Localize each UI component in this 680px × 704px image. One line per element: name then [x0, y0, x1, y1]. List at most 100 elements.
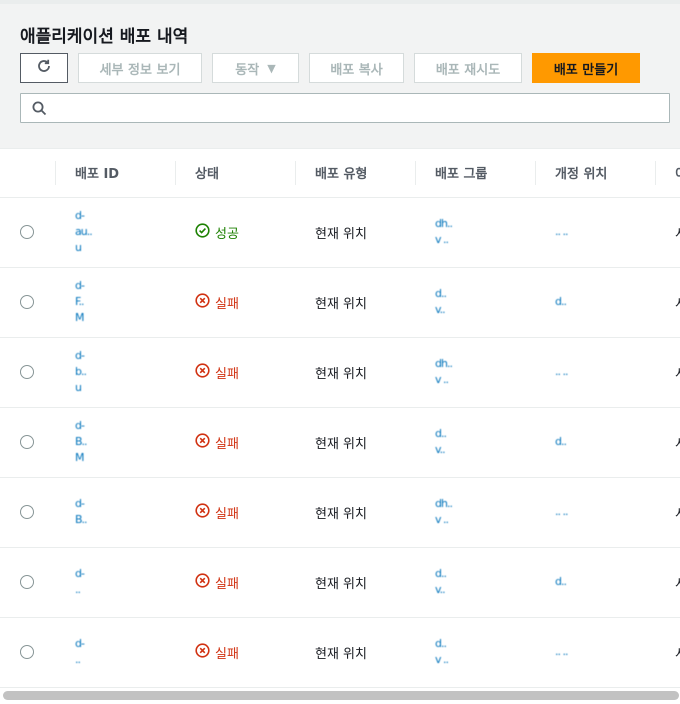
revision-location-link[interactable]: .. ..: [555, 364, 655, 380]
create-deployment-button[interactable]: 배포 만들기: [532, 53, 640, 83]
row-select-cell[interactable]: [0, 407, 55, 478]
table-row[interactable]: d- .. 실패 현재 위치 d.. v.. d.. 시: [0, 547, 680, 618]
row-select-cell[interactable]: [0, 617, 55, 688]
deployment-id-cell[interactable]: d- au.. u: [55, 197, 175, 268]
deployment-id-link[interactable]: d- ..: [75, 636, 175, 668]
table-row[interactable]: d- B.. M 실패 현재 위치 d.. v.. d.. 시: [0, 407, 680, 478]
status-cell: 실패: [175, 267, 295, 338]
deployment-group-link[interactable]: dh.. v ..: [435, 216, 535, 248]
deployment-id-cell[interactable]: d- ..: [55, 547, 175, 618]
row-select-cell[interactable]: [0, 267, 55, 338]
table-row[interactable]: d- F.. M 실패 현재 위치 d.. v.. d.. 시: [0, 267, 680, 338]
deployment-group-link[interactable]: d.. v..: [435, 566, 535, 598]
revision-location-cell[interactable]: .. ..: [535, 337, 655, 408]
table-row[interactable]: d- .. 실패 현재 위치 d.. v .. .. .. 시: [0, 617, 680, 688]
deployment-id-link[interactable]: d- ..: [75, 566, 175, 598]
deployment-group-cell[interactable]: dh.. v ..: [415, 197, 535, 268]
row-radio[interactable]: [20, 575, 34, 589]
status-label: 실패: [215, 646, 239, 662]
search-box[interactable]: [20, 93, 670, 123]
deployment-id-cell[interactable]: d- ..: [55, 617, 175, 688]
revision-location-link[interactable]: .. ..: [555, 504, 655, 520]
status-cell: 실패: [175, 407, 295, 478]
deployment-type: 현재 위치: [315, 296, 367, 312]
horizontal-scrollbar[interactable]: [3, 691, 679, 700]
deployment-type: 현재 위치: [315, 506, 367, 522]
deployment-id-cell[interactable]: d- F.. M: [55, 267, 175, 338]
error-icon: [195, 642, 210, 662]
table-row[interactable]: d- b.. u 실패 현재 위치 dh.. v .. .. .. 시: [0, 337, 680, 408]
row-radio[interactable]: [20, 505, 34, 519]
row-select-cell[interactable]: [0, 547, 55, 618]
revision-location-cell[interactable]: d..: [535, 547, 655, 618]
deployment-group-cell[interactable]: d.. v..: [415, 267, 535, 338]
table-row[interactable]: d- B.. 실패 현재 위치 dh.. v .. .. .. 시: [0, 477, 680, 548]
row-radio[interactable]: [20, 645, 34, 659]
deployment-group-link[interactable]: d.. v ..: [435, 636, 535, 668]
extra-cell: 시: [655, 617, 680, 688]
deployment-group-link[interactable]: d.. v..: [435, 426, 535, 458]
deployment-group-cell[interactable]: d.. v..: [415, 547, 535, 618]
deployment-group-cell[interactable]: d.. v ..: [415, 617, 535, 688]
search-input[interactable]: [55, 94, 655, 122]
extra-cell: 시: [655, 407, 680, 478]
deployment-id-link[interactable]: d- F.. M: [75, 278, 175, 326]
col-extra[interactable]: 이: [655, 149, 680, 198]
col-deployment-type[interactable]: 배포 유형: [295, 149, 415, 198]
deployment-group-cell[interactable]: dh.. v ..: [415, 477, 535, 548]
revision-location-link[interactable]: d..: [555, 434, 655, 450]
row-select-cell[interactable]: [0, 337, 55, 408]
deployment-group-cell[interactable]: dh.. v ..: [415, 337, 535, 408]
deployment-id-link[interactable]: d- B.. M: [75, 418, 175, 466]
deployment-group-cell[interactable]: d.. v..: [415, 407, 535, 478]
row-radio[interactable]: [20, 225, 34, 239]
revision-location-link[interactable]: .. ..: [555, 224, 655, 240]
deployment-id-cell[interactable]: d- B..: [55, 477, 175, 548]
deployment-id-cell[interactable]: d- B.. M: [55, 407, 175, 478]
deployment-group-link[interactable]: dh.. v ..: [435, 356, 535, 388]
deployment-type: 현재 위치: [315, 436, 367, 452]
revision-location-cell[interactable]: d..: [535, 267, 655, 338]
deployment-type-cell: 현재 위치: [295, 547, 415, 618]
search-icon: [32, 101, 47, 116]
revision-location-link[interactable]: d..: [555, 294, 655, 310]
revision-location-cell[interactable]: .. ..: [535, 477, 655, 548]
revision-location-link[interactable]: d..: [555, 574, 655, 590]
status-cell: 실패: [175, 617, 295, 688]
error-icon: [195, 572, 210, 592]
col-deployment-id[interactable]: 배포 ID: [55, 149, 175, 198]
deployment-id-link[interactable]: d- au.. u: [75, 208, 175, 256]
deployment-group-link[interactable]: dh.. v ..: [435, 496, 535, 528]
deployment-id-link[interactable]: d- B..: [75, 496, 175, 528]
revision-location-cell[interactable]: .. ..: [535, 197, 655, 268]
deployment-group-link[interactable]: d.. v..: [435, 286, 535, 318]
revision-location-cell[interactable]: .. ..: [535, 617, 655, 688]
retry-deployment-button[interactable]: 배포 재시도: [414, 53, 522, 83]
extra-value: 시: [675, 647, 680, 662]
status-badge: 실패: [195, 292, 239, 312]
actions-dropdown[interactable]: 동작 ▼: [212, 53, 299, 83]
row-radio[interactable]: [20, 295, 34, 309]
row-radio[interactable]: [20, 365, 34, 379]
deployment-id-cell[interactable]: d- b.. u: [55, 337, 175, 408]
actions-label: 동작: [235, 62, 260, 78]
row-select-cell[interactable]: [0, 477, 55, 548]
col-revision-location[interactable]: 개정 위치: [535, 149, 655, 198]
col-status[interactable]: 상태: [175, 149, 295, 198]
table-row[interactable]: d- au.. u 성공 현재 위치 dh.. v .. .. .. 시: [0, 197, 680, 268]
row-select-cell[interactable]: [0, 197, 55, 268]
deployment-id-link[interactable]: d- b.. u: [75, 348, 175, 396]
view-details-button[interactable]: 세부 정보 보기: [78, 53, 202, 83]
col-deployment-group[interactable]: 배포 그룹: [415, 149, 535, 198]
refresh-button[interactable]: [20, 53, 68, 83]
deployment-type-cell: 현재 위치: [295, 477, 415, 548]
status-label: 실패: [215, 296, 239, 312]
revision-location-cell[interactable]: d..: [535, 407, 655, 478]
revision-location-link[interactable]: .. ..: [555, 644, 655, 660]
row-radio[interactable]: [20, 435, 34, 449]
extra-value: 시: [675, 227, 680, 242]
copy-deployment-button[interactable]: 배포 복사: [309, 53, 404, 83]
deployment-type-cell: 현재 위치: [295, 267, 415, 338]
error-icon: [195, 292, 210, 312]
page-title: 애플리케이션 배포 내역: [20, 27, 189, 47]
